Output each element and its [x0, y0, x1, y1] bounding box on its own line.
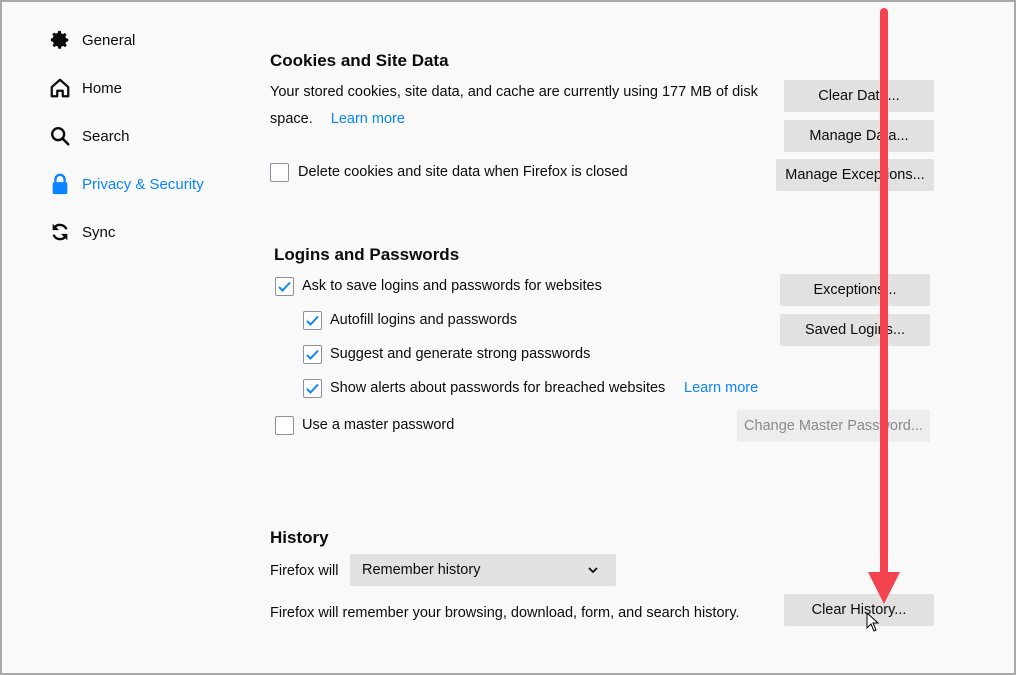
ask-save-logins-label[interactable]: Ask to save logins and passwords for web… [302, 278, 602, 294]
checkmark-icon [306, 383, 319, 394]
sidebar-item-general[interactable]: General [48, 26, 135, 54]
change-master-password-button[interactable]: Change Master Password... [737, 410, 930, 442]
suggest-passwords-label[interactable]: Suggest and generate strong passwords [330, 346, 590, 362]
history-mode-value: Remember history [362, 562, 481, 578]
ask-save-logins-checkbox[interactable] [275, 277, 294, 296]
chevron-down-icon [588, 562, 598, 578]
history-description: Firefox will remember your browsing, dow… [270, 605, 740, 621]
cookies-description: Your stored cookies, site data, and cach… [270, 84, 758, 100]
annotation-arrow-shaft [880, 8, 888, 590]
sidebar-item-home[interactable]: Home [48, 74, 122, 102]
logins-section-title: Logins and Passwords [274, 245, 460, 264]
sidebar-item-label: Privacy & Security [82, 175, 204, 193]
breach-alerts-label[interactable]: Show alerts about passwords for breached… [330, 380, 665, 396]
sidebar-item-search[interactable]: Search [48, 122, 130, 150]
annotation-arrow-head-icon [868, 572, 900, 604]
manage-data-button[interactable]: Manage Data... [784, 120, 934, 152]
search-icon [48, 124, 72, 148]
cookies-description-cont: space. Learn more [270, 111, 405, 127]
manage-exceptions-button[interactable]: Manage Exceptions... [776, 159, 934, 191]
breach-alerts-learn-more-link[interactable]: Learn more [684, 380, 758, 396]
clear-history-button[interactable]: Clear History... [784, 594, 934, 626]
sync-icon [48, 220, 72, 244]
lock-icon [48, 172, 72, 196]
preferences-window: General Home Search Privacy & Security S… [0, 0, 1016, 675]
master-password-label[interactable]: Use a master password [302, 417, 454, 433]
checkmark-icon [278, 281, 291, 292]
gear-icon [48, 28, 72, 52]
cookies-learn-more-link[interactable]: Learn more [331, 111, 405, 127]
mouse-cursor-icon [866, 612, 880, 632]
sidebar-item-privacy-security[interactable]: Privacy & Security [48, 170, 204, 198]
history-section-title: History [270, 528, 329, 547]
history-mode-select[interactable]: Remember history [350, 554, 616, 586]
sidebar-item-label: General [82, 31, 136, 49]
checkmark-icon [306, 315, 319, 326]
sidebar-item-label: Home [82, 79, 123, 97]
checkmark-icon [306, 349, 319, 360]
master-password-checkbox[interactable] [275, 416, 294, 435]
suggest-passwords-checkbox[interactable] [303, 345, 322, 364]
sidebar-item-label: Search [82, 127, 130, 145]
firefox-will-label: Firefox will [270, 563, 339, 579]
autofill-label[interactable]: Autofill logins and passwords [330, 312, 517, 328]
saved-logins-button[interactable]: Saved Logins... [780, 314, 930, 346]
delete-cookies-label[interactable]: Delete cookies and site data when Firefo… [298, 164, 628, 180]
cookies-section-title: Cookies and Site Data [270, 51, 449, 70]
logins-exceptions-button[interactable]: Exceptions... [780, 274, 930, 306]
clear-data-button[interactable]: Clear Data... [784, 80, 934, 112]
home-icon [48, 76, 72, 100]
sidebar-item-sync[interactable]: Sync [48, 218, 115, 246]
breach-alerts-checkbox[interactable] [303, 379, 322, 398]
cookies-description-line2: space. [270, 111, 313, 127]
autofill-checkbox[interactable] [303, 311, 322, 330]
delete-cookies-checkbox[interactable] [270, 163, 289, 182]
sidebar-item-label: Sync [82, 223, 116, 241]
